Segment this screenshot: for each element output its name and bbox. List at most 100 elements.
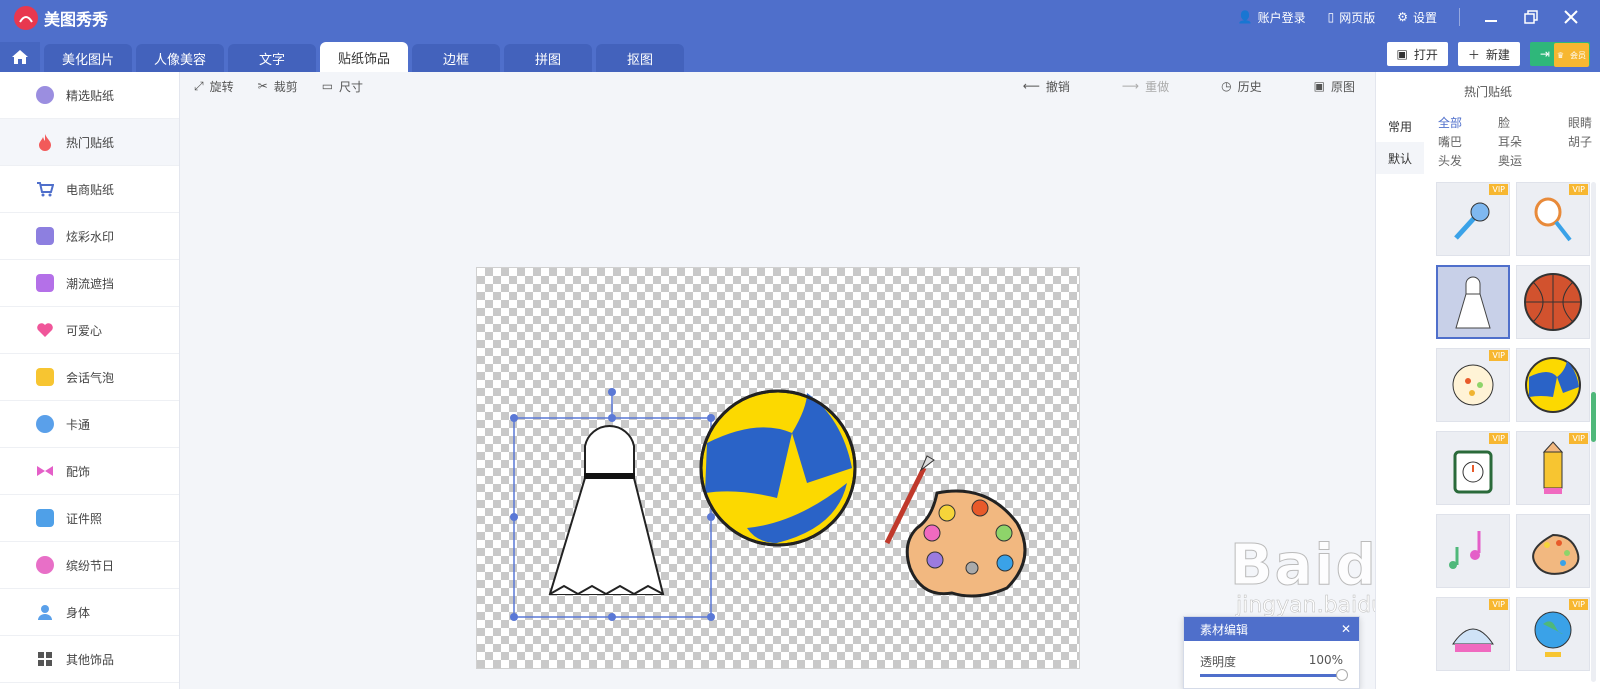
size-button[interactable]: ▭ 尺寸 xyxy=(322,78,363,95)
divider xyxy=(1459,8,1460,26)
editor-title: 素材编辑 xyxy=(1200,622,1249,637)
sidebar-item-cartoon[interactable]: 卡通 xyxy=(0,401,179,448)
category-hair[interactable]: 头发 xyxy=(1438,152,1498,169)
tab-cutout[interactable]: 抠图 xyxy=(596,44,684,72)
cart-icon xyxy=(36,180,54,198)
tab-border[interactable]: 边框 xyxy=(412,44,500,72)
sticker-tile-microphone[interactable]: VIP xyxy=(1436,182,1510,256)
open-label: 打开 xyxy=(1413,47,1438,62)
sticker-tile-cake[interactable]: VIP xyxy=(1436,597,1510,671)
category-ears[interactable]: 耳朵 xyxy=(1498,133,1568,150)
sidebar-item-label: 配饰 xyxy=(66,464,91,479)
close-icon[interactable] xyxy=(1562,8,1580,26)
scrollbar[interactable] xyxy=(1591,182,1596,682)
minimize-icon[interactable] xyxy=(1482,8,1500,26)
image-icon: ▣ xyxy=(1313,79,1325,93)
sticker-grid: VIP VIP VIP VIP VIP VIP VIP xyxy=(1436,182,1591,671)
basketball-icon xyxy=(1524,273,1582,331)
restore-icon[interactable] xyxy=(1522,8,1540,26)
sticker-tile-basketball[interactable] xyxy=(1516,265,1590,339)
phone-icon: ▯ xyxy=(1327,10,1335,24)
original-button[interactable]: ▣ 原图 xyxy=(1314,78,1355,95)
slider-knob[interactable] xyxy=(1336,669,1348,681)
edit-toolbar: ⤢ 旋转 ✂ 裁剪 ▭ 尺寸 ⟵ 撤销 ⟶ 重做 ◷ 历史 ▣ 原图 xyxy=(180,72,1375,100)
undo-icon: ⟵ xyxy=(1022,79,1040,93)
category-mouth[interactable]: 嘴巴 xyxy=(1438,133,1498,150)
sidebar-item-label: 潮流遮挡 xyxy=(66,276,115,291)
vip-button[interactable]: ♛ 会员 xyxy=(1553,43,1589,67)
sidebar-item-other[interactable]: 其他饰品 xyxy=(0,636,179,683)
sidebar-item-ecommerce[interactable]: 电商贴纸 xyxy=(0,166,179,213)
sticker-tile-cookie[interactable]: VIP xyxy=(1436,348,1510,422)
globe-icon xyxy=(1534,611,1572,657)
undo-button[interactable]: ⟵ 撤销 xyxy=(1023,78,1070,95)
web-version-button[interactable]: ▯ 网页版 xyxy=(1328,9,1376,26)
sidebar-item-trendy-cover[interactable]: 潮流遮挡 xyxy=(0,260,179,307)
image-canvas[interactable] xyxy=(476,267,1080,669)
tab-default[interactable]: 默认 xyxy=(1376,142,1424,174)
tab-text[interactable]: 文字 xyxy=(228,44,316,72)
tab-common[interactable]: 常用 xyxy=(1376,110,1424,142)
tab-stickers[interactable]: 贴纸饰品 xyxy=(320,42,408,72)
login-button[interactable]: 👤 账户登录 xyxy=(1238,9,1306,26)
balloon-icon xyxy=(36,556,54,574)
plus-icon: ＋ xyxy=(1467,47,1480,62)
redo-button[interactable]: ⟶ 重做 xyxy=(1122,78,1169,95)
sidebar-item-festival[interactable]: 缤纷节日 xyxy=(0,542,179,589)
logo-icon xyxy=(14,6,38,30)
sidebar-item-id-photo[interactable]: 证件照 xyxy=(0,495,179,542)
rotate-button[interactable]: ⤢ 旋转 xyxy=(194,78,234,95)
sticker-tile-volleyball[interactable] xyxy=(1516,348,1590,422)
sidebar-item-label: 证件照 xyxy=(66,511,103,526)
heart-icon xyxy=(36,321,54,339)
sticker-tile-music-notes[interactable] xyxy=(1436,514,1510,588)
shuttlecock-sticker[interactable] xyxy=(548,425,665,596)
sidebar-item-watermark[interactable]: 炫彩水印 xyxy=(0,213,179,260)
sidebar-item-label: 可爱心 xyxy=(66,323,103,338)
tab-beautify[interactable]: 美化图片 xyxy=(44,44,132,72)
sidebar-item-label: 电商贴纸 xyxy=(66,182,115,197)
new-button[interactable]: ＋ 新建 xyxy=(1457,42,1520,66)
category-all[interactable]: 全部 xyxy=(1438,114,1498,131)
sidebar-item-label: 精选贴纸 xyxy=(66,88,115,103)
crown-icon: ♛ xyxy=(1556,50,1564,60)
sticker-tile-globe[interactable]: VIP xyxy=(1516,597,1590,671)
sticker-tile-palette[interactable] xyxy=(1516,514,1590,588)
sidebar-item-cute-heart[interactable]: 可爱心 xyxy=(0,307,179,354)
canvas-content xyxy=(510,388,1027,621)
tab-collage[interactable]: 拼图 xyxy=(504,44,592,72)
cake-icon xyxy=(1452,628,1494,652)
sidebar-item-hot[interactable]: 热门贴纸 xyxy=(0,119,179,166)
scrollbar-thumb[interactable] xyxy=(1591,392,1596,442)
cookie-character-icon xyxy=(1452,364,1494,406)
vip-label: 会员 xyxy=(1570,50,1586,60)
sidebar-item-featured[interactable]: 精选贴纸 xyxy=(0,72,179,119)
settings-button[interactable]: ⚙ 设置 xyxy=(1397,9,1437,26)
history-button[interactable]: ◷ 历史 xyxy=(1221,78,1262,95)
category-eyes[interactable]: 眼睛 xyxy=(1568,114,1598,131)
opacity-value: 100% xyxy=(1308,653,1343,667)
crop-button[interactable]: ✂ 裁剪 xyxy=(258,78,298,95)
open-button[interactable]: ▣ 打开 xyxy=(1386,42,1448,66)
sidebar-item-accessories[interactable]: 配饰 xyxy=(0,448,179,495)
sticker-tile-alarm-clock[interactable]: VIP xyxy=(1436,431,1510,505)
tab-portrait[interactable]: 人像美容 xyxy=(136,44,224,72)
home-button[interactable] xyxy=(0,42,40,72)
volleyball-sticker[interactable] xyxy=(699,389,857,547)
original-label: 原图 xyxy=(1330,79,1355,94)
sidebar-item-body[interactable]: 身体 xyxy=(0,589,179,636)
sticker-tile-pencil[interactable]: VIP xyxy=(1516,431,1590,505)
person-icon xyxy=(36,603,54,621)
category-olympics[interactable]: 奥运 xyxy=(1498,152,1568,169)
undo-label: 撤销 xyxy=(1045,79,1070,94)
opacity-slider[interactable] xyxy=(1200,669,1348,681)
sidebar-item-speech-bubble[interactable]: 会话气泡 xyxy=(0,354,179,401)
sticker-tile-racket[interactable]: VIP xyxy=(1516,182,1590,256)
close-icon[interactable]: ✕ xyxy=(1341,622,1351,636)
palette-sticker[interactable] xyxy=(884,455,1027,598)
sticker-tile-shuttlecock[interactable] xyxy=(1436,265,1510,339)
category-beard[interactable]: 胡子 xyxy=(1568,133,1598,150)
category-face[interactable]: 脸 xyxy=(1498,114,1568,131)
login-label: 账户登录 xyxy=(1257,10,1306,25)
microphone-icon xyxy=(1454,202,1490,240)
